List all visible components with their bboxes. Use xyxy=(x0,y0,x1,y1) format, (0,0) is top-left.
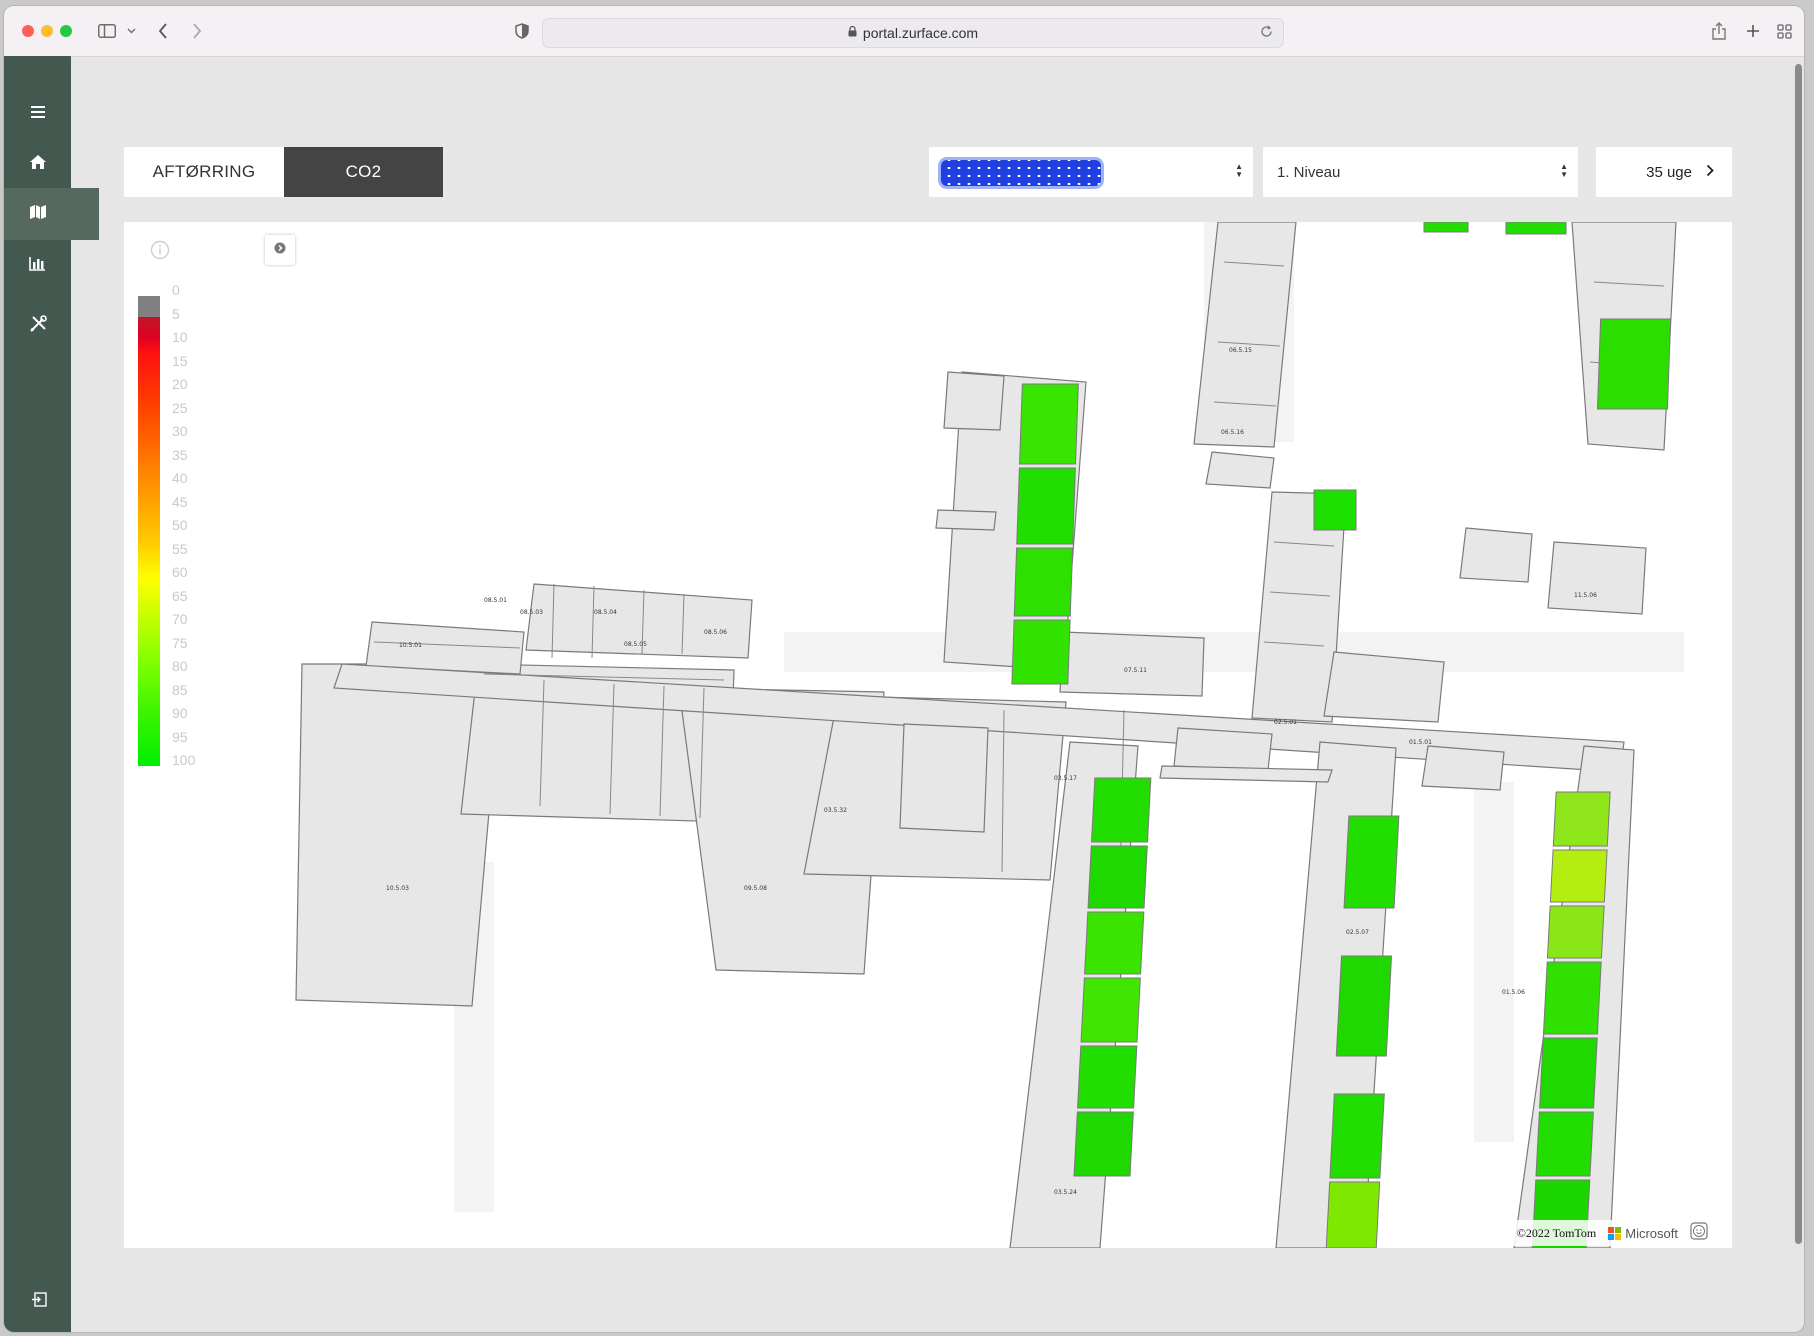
map-provider-name: Microsoft xyxy=(1625,1225,1678,1241)
legend-label: 95 xyxy=(172,728,188,745)
logout-icon[interactable] xyxy=(32,1292,47,1312)
legend-label: 75 xyxy=(172,634,188,651)
co2-legend-color-bar xyxy=(138,296,160,766)
legend-label: 90 xyxy=(172,705,188,721)
svg-text:02.5.07: 02.5.07 xyxy=(1346,929,1369,936)
new-tab-icon[interactable] xyxy=(1743,19,1763,43)
svg-text:03.5.17: 03.5.17 xyxy=(1054,775,1077,782)
svg-text:06.5.16: 06.5.16 xyxy=(1221,429,1244,436)
maximize-window-button[interactable] xyxy=(60,25,72,37)
feedback-smiley-icon[interactable] xyxy=(1690,1222,1708,1244)
close-window-button[interactable] xyxy=(22,25,34,37)
legend-label: 100 xyxy=(172,752,196,768)
sidebar-item-statistics[interactable] xyxy=(4,240,71,292)
building-select-value xyxy=(941,160,1101,186)
map-icon xyxy=(29,204,47,225)
chevron-right-icon xyxy=(274,241,286,259)
floorplan-svg[interactable]: 10.5.01 10.5.03 08.5.01 08.5.03 08.5.04 … xyxy=(124,222,1732,1248)
chevron-right-icon xyxy=(1706,164,1714,181)
menu-icon xyxy=(30,105,46,124)
legend-label: 20 xyxy=(172,376,188,392)
legend-label: 30 xyxy=(172,423,188,439)
sidebar-menu-toggle[interactable] xyxy=(4,88,71,140)
legend-label: 80 xyxy=(172,658,188,674)
floorplan-map[interactable]: 10.5.01 10.5.03 08.5.01 08.5.03 08.5.04 … xyxy=(124,222,1732,1248)
legend-label: 45 xyxy=(172,493,188,510)
week-label: 35 uge xyxy=(1646,163,1692,181)
home-icon xyxy=(29,154,47,175)
sidebar-item-home[interactable] xyxy=(4,138,71,190)
tab-co2[interactable]: CO2 xyxy=(284,147,443,197)
browser-window: portal.zurface.com AFTØRRING CO2 ▲ ▼ 1. … xyxy=(4,6,1804,1332)
legend-label: 40 xyxy=(172,470,188,486)
back-icon[interactable] xyxy=(154,19,172,43)
reload-icon[interactable] xyxy=(1260,25,1273,41)
info-icon[interactable] xyxy=(150,240,170,265)
address-bar[interactable]: portal.zurface.com xyxy=(542,18,1284,48)
svg-text:08.5.04: 08.5.04 xyxy=(594,609,617,616)
chevron-down-icon[interactable] xyxy=(125,19,137,43)
legend-label: 50 xyxy=(172,517,188,533)
legend-label: 85 xyxy=(172,681,188,698)
attribution-text: ©2022 TomTom xyxy=(1516,1225,1597,1240)
tab-overview-icon[interactable] xyxy=(1774,19,1794,43)
sidebar-item-map[interactable] xyxy=(4,188,99,240)
svg-text:10.5.03: 10.5.03 xyxy=(386,885,409,892)
sidebar xyxy=(4,56,99,1332)
bar-chart-icon xyxy=(29,256,46,276)
svg-text:01.5.01: 01.5.01 xyxy=(1409,739,1432,746)
browser-toolbar: portal.zurface.com xyxy=(4,6,1804,57)
url-text: portal.zurface.com xyxy=(862,25,979,41)
select-arrows-icon: ▲ ▼ xyxy=(1235,162,1243,179)
level-select-value: 1. Niveau xyxy=(1277,163,1341,181)
tab-aftorring[interactable]: AFTØRRING xyxy=(124,147,284,197)
svg-text:03.5.32: 03.5.32 xyxy=(824,807,847,814)
page-scrollbar[interactable] xyxy=(1795,64,1802,1244)
map-attribution: ©2022 TomTom Microsoft xyxy=(1506,1220,1718,1246)
minimize-window-button[interactable] xyxy=(41,25,53,37)
legend-label: 25 xyxy=(172,399,188,416)
legend-label: 15 xyxy=(172,352,188,369)
svg-text:03.5.24: 03.5.24 xyxy=(1054,1189,1077,1196)
legend-label: 60 xyxy=(172,564,188,580)
legend-label: 65 xyxy=(172,587,188,604)
svg-text:07.5.11: 07.5.11 xyxy=(1124,667,1147,674)
svg-text:08.5.06: 08.5.06 xyxy=(704,629,727,636)
svg-text:11.5.06: 11.5.06 xyxy=(1574,592,1597,599)
svg-text:02.5.01: 02.5.01 xyxy=(1274,719,1297,726)
select-arrows-icon: ▲ ▼ xyxy=(1560,162,1568,179)
legend-label: 55 xyxy=(172,540,188,557)
forward-icon[interactable] xyxy=(188,19,206,43)
svg-text:08.5.01: 08.5.01 xyxy=(484,597,507,604)
svg-text:01.5.06: 01.5.06 xyxy=(1502,989,1525,996)
legend-label: 0 xyxy=(172,282,180,298)
microsoft-logo-icon xyxy=(1608,1226,1622,1240)
microsoft-attribution: Microsoft xyxy=(1608,1226,1678,1241)
svg-text:10.5.01: 10.5.01 xyxy=(399,642,422,649)
level-select[interactable]: 1. Niveau ▲ ▼ xyxy=(1263,147,1578,197)
sidebar-toggle-icon[interactable] xyxy=(96,19,118,43)
lock-icon xyxy=(848,25,857,40)
svg-text:06.5.15: 06.5.15 xyxy=(1229,347,1252,354)
legend-label: 5 xyxy=(172,305,180,322)
tools-icon xyxy=(29,314,47,338)
share-icon[interactable] xyxy=(1709,19,1729,43)
privacy-shield-icon[interactable] xyxy=(512,19,532,43)
svg-text:08.5.05: 08.5.05 xyxy=(624,641,647,648)
legend-label: 10 xyxy=(172,329,188,345)
building-select[interactable]: ▲ ▼ xyxy=(929,147,1253,197)
sidebar-item-tools[interactable] xyxy=(4,300,71,352)
svg-text:08.5.03: 08.5.03 xyxy=(520,609,543,616)
svg-text:09.5.08: 09.5.08 xyxy=(744,885,767,892)
legend-label: 35 xyxy=(172,446,188,463)
metric-tabs: AFTØRRING CO2 xyxy=(124,147,443,197)
legend-label: 70 xyxy=(172,611,188,627)
week-next-button[interactable]: 35 uge xyxy=(1596,147,1732,197)
map-panel-toggle-button[interactable] xyxy=(265,235,295,265)
